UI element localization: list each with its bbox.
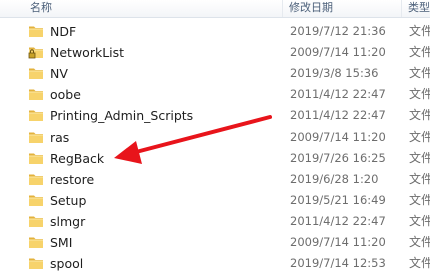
- folder-name: RegBack: [50, 150, 105, 166]
- folder-row-nv[interactable]: NV 2019/3/8 15:36 文件: [0, 63, 430, 84]
- folder-icon: [28, 235, 44, 249]
- folder-row-slmgr[interactable]: slmgr 2011/4/12 22:47 文件: [0, 211, 430, 232]
- folder-date-modified: 2011/4/12 22:47: [290, 108, 386, 123]
- folder-date-modified: 2019/7/12 21:36: [290, 24, 386, 38]
- folder-row-setup[interactable]: Setup 2019/5/21 16:49 文件: [0, 190, 430, 211]
- folder-icon: [28, 193, 44, 207]
- folder-type: 文件: [409, 192, 430, 207]
- folder-row-ndf[interactable]: NDF 2019/7/12 21:36 文件: [0, 21, 430, 42]
- folder-icon: [28, 24, 44, 38]
- folder-name: NetworkList: [50, 45, 125, 61]
- folder-date-modified: 2019/3/8 15:36: [290, 66, 379, 81]
- folder-type: 文件: [409, 171, 430, 186]
- folder-name: ras: [50, 129, 70, 145]
- folder-row-smi[interactable]: SMI 2009/7/14 11:20 文件: [0, 232, 430, 253]
- folder-icon: [28, 87, 44, 101]
- column-header-bar: 名称 修改日期 类型: [0, 0, 430, 18]
- column-header-name[interactable]: 名称: [0, 0, 283, 17]
- folder-type: 文件: [409, 87, 430, 102]
- folder-name: Setup: [50, 192, 87, 208]
- folder-date-modified: 2009/7/14 11:20: [290, 129, 386, 144]
- folder-date-modified: 2009/7/14 11:20: [290, 45, 386, 60]
- folder-icon: [28, 108, 44, 122]
- folder-name: slmgr: [50, 213, 86, 229]
- folder-icon: [28, 151, 44, 165]
- folder-icon: [28, 66, 44, 80]
- folder-name: NDF: [50, 24, 77, 39]
- folder-row-regback[interactable]: RegBack 2019/7/26 16:25 文件: [0, 148, 430, 169]
- folder-row-ras[interactable]: ras 2009/7/14 11:20 文件: [0, 127, 430, 148]
- folder-type: 文件: [409, 129, 430, 144]
- folder-icon: [28, 214, 44, 228]
- folder-name: oobe: [50, 87, 81, 103]
- column-header-type[interactable]: 类型: [403, 0, 430, 17]
- folder-row-oobe[interactable]: oobe 2011/4/12 22:47 文件: [0, 84, 430, 105]
- folder-type: 文件: [409, 108, 430, 123]
- folder-type: 文件: [409, 45, 430, 60]
- folder-type: 文件: [409, 150, 430, 165]
- folder-type: 文件: [409, 24, 430, 38]
- folder-icon: [28, 130, 44, 144]
- folder-name: Printing_Admin_Scripts: [50, 108, 194, 124]
- folder-name: NV: [50, 66, 68, 82]
- folder-icon: [28, 172, 44, 186]
- folder-row-networklist[interactable]: NetworkList 2009/7/14 11:20 文件: [0, 42, 430, 63]
- folder-date-modified: 2011/4/12 22:47: [290, 213, 386, 228]
- locked-folder-icon: [28, 45, 44, 59]
- folder-type: 文件: [409, 213, 430, 228]
- folder-date-modified: 2009/7/14 11:20: [290, 235, 386, 249]
- folder-type: 文件: [409, 235, 430, 249]
- folder-row-printing_admin_scripts[interactable]: Printing_Admin_Scripts 2011/4/12 22:47 文件: [0, 105, 430, 126]
- folder-icon: [28, 256, 44, 270]
- column-header-date-modified[interactable]: 修改日期: [284, 0, 402, 17]
- folder-name: restore: [50, 171, 95, 187]
- folder-date-modified: 2019/6/28 1:20: [290, 171, 379, 186]
- folder-type: 文件: [409, 66, 430, 81]
- folder-date-modified: 2011/4/12 22:47: [290, 87, 386, 102]
- folder-row-restore[interactable]: restore 2019/6/28 1:20 文件: [0, 169, 430, 190]
- folder-date-modified: 2019/7/26 16:25: [290, 150, 386, 165]
- folder-date-modified: 2019/5/21 16:49: [290, 192, 386, 207]
- folder-name: SMI: [50, 235, 73, 250]
